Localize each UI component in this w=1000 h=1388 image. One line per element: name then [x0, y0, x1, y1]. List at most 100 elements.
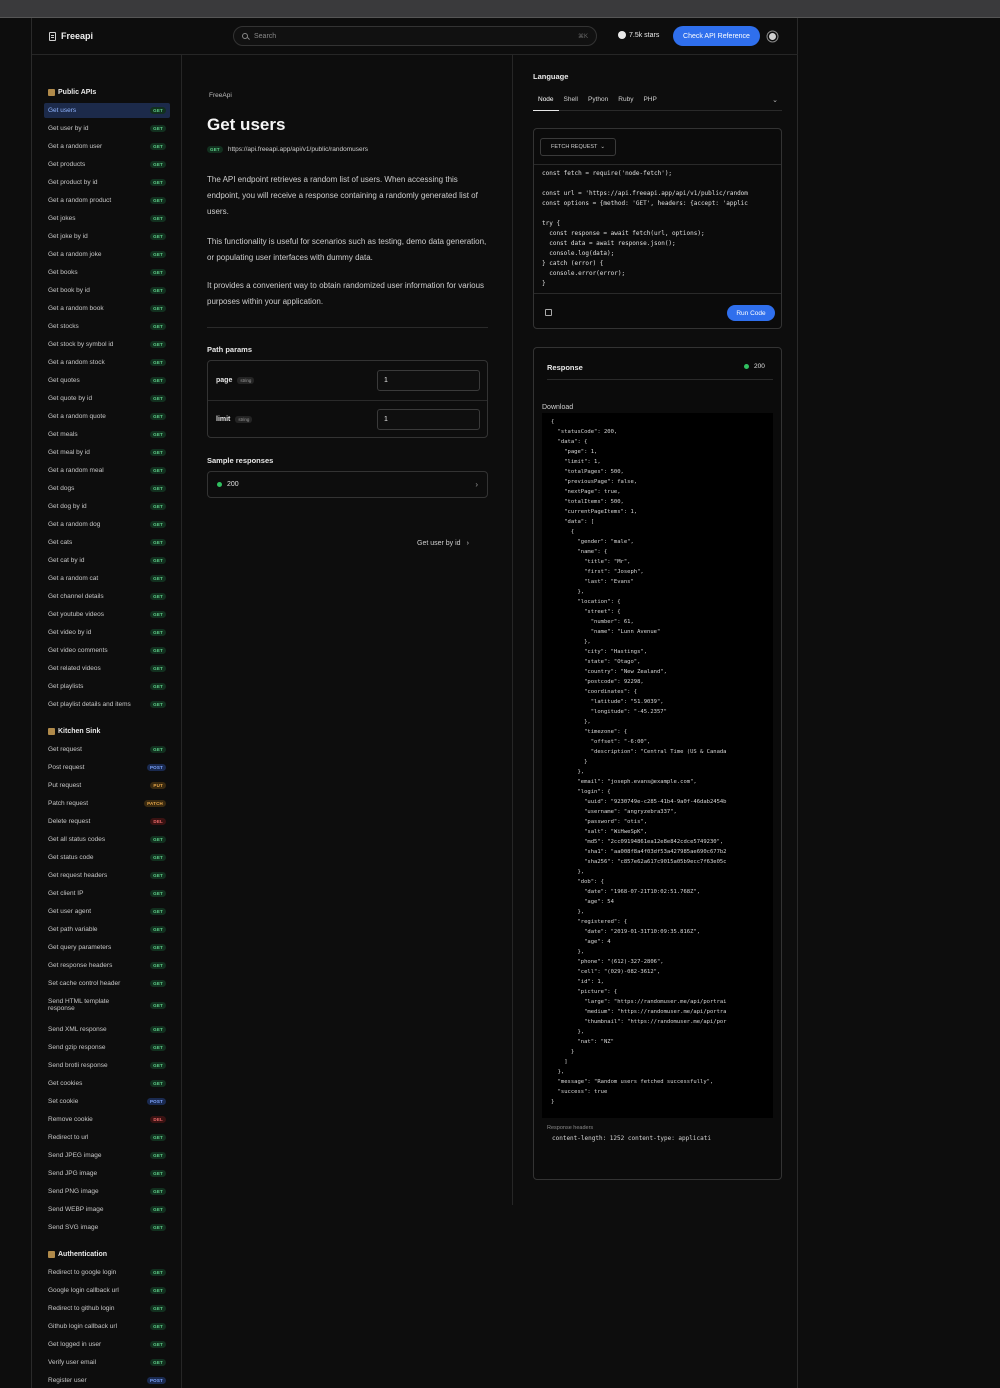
copy-icon[interactable] — [545, 309, 552, 316]
sidebar-item[interactable]: Send brotli response GET — [44, 1058, 170, 1073]
chevron-down-icon[interactable]: ⌄ — [772, 96, 782, 104]
method-badge: GET — [150, 854, 166, 861]
sidebar-item[interactable]: Send PNG image GET — [44, 1184, 170, 1199]
method-badge: GET — [150, 980, 166, 987]
sidebar-item[interactable]: Get a random quote GET — [44, 409, 170, 424]
sidebar-item[interactable]: Get path variable GET — [44, 922, 170, 937]
tab-shell[interactable]: Shell — [559, 89, 583, 111]
sidebar-item[interactable]: Get dogs GET — [44, 481, 170, 496]
sidebar-item[interactable]: Get dog by id GET — [44, 499, 170, 514]
sidebar-item[interactable]: Get all status codes GET — [44, 832, 170, 847]
tab-python[interactable]: Python — [583, 89, 613, 111]
sidebar-item-label: Get quote by id — [48, 395, 93, 402]
sidebar-item[interactable]: Send WEBP image GET — [44, 1202, 170, 1217]
sidebar-item[interactable]: Get product by id GET — [44, 175, 170, 190]
sidebar-item[interactable]: Get users GET — [44, 103, 170, 118]
breadcrumb[interactable]: FreeApi — [209, 92, 232, 99]
search-input[interactable]: Search ⌘K — [233, 26, 597, 46]
sidebar-item[interactable]: Redirect to google login GET — [44, 1265, 170, 1280]
api-reference-button[interactable]: Check API Reference — [673, 26, 760, 46]
sidebar-item[interactable]: Get book by id GET — [44, 283, 170, 298]
tab-ruby[interactable]: Ruby — [613, 89, 638, 111]
sidebar-item[interactable]: Set cache control header GET — [44, 976, 170, 991]
sidebar-item[interactable]: Get products GET — [44, 157, 170, 172]
sidebar-item[interactable]: Get a random user GET — [44, 139, 170, 154]
sidebar-item[interactable]: Patch request PATCH — [44, 796, 170, 811]
sidebar-item[interactable]: Get user agent GET — [44, 904, 170, 919]
sidebar-item[interactable]: Delete request DEL — [44, 814, 170, 829]
tab-php[interactable]: PHP — [638, 89, 661, 111]
sidebar-item[interactable]: Get related videos GET — [44, 661, 170, 676]
sidebar-item[interactable]: Get a random dog GET — [44, 517, 170, 532]
sidebar-item-label: Remove cookie — [48, 1116, 93, 1123]
sidebar-item[interactable]: Get user by id GET — [44, 121, 170, 136]
sidebar-item[interactable]: Github login callback url GET — [44, 1319, 170, 1334]
sidebar-item[interactable]: Send XML response GET — [44, 1022, 170, 1037]
sidebar-item[interactable]: Get youtube videos GET — [44, 607, 170, 622]
method-badge: GET — [150, 467, 166, 474]
sidebar-item[interactable]: Get client IP GET — [44, 886, 170, 901]
github-stars-link[interactable]: 7.5k stars — [618, 31, 659, 39]
sidebar-item[interactable]: Send SVG image GET — [44, 1220, 170, 1235]
sidebar-group-title: Kitchen Sink — [48, 728, 100, 735]
page-param-input[interactable]: 1 — [377, 369, 480, 391]
sidebar-item[interactable]: Get a random book GET — [44, 301, 170, 316]
sidebar-item[interactable]: Get logged in user GET — [44, 1337, 170, 1352]
sidebar-item[interactable]: Get playlists GET — [44, 679, 170, 694]
sidebar-item[interactable]: Put request PUT — [44, 778, 170, 793]
sidebar-item[interactable]: Get jokes GET — [44, 211, 170, 226]
sidebar-item[interactable]: Set cookie POST — [44, 1094, 170, 1109]
sidebar-item[interactable]: Get video comments GET — [44, 643, 170, 658]
method-badge: GET — [150, 413, 166, 420]
endpoint-url-row: GET https://api.freeapi.app/api/v1/publi… — [207, 146, 368, 153]
run-code-button[interactable]: Run Code — [727, 305, 775, 321]
sidebar-item[interactable]: Get status code GET — [44, 850, 170, 865]
sidebar-item[interactable]: Send JPEG image GET — [44, 1148, 170, 1163]
sidebar-item[interactable]: Send HTML template response GET — [44, 994, 170, 1016]
sidebar-item[interactable]: Get response headers GET — [44, 958, 170, 973]
sidebar-item[interactable]: Remove cookie DEL — [44, 1112, 170, 1127]
sidebar-item[interactable]: Get quote by id GET — [44, 391, 170, 406]
chevron-right-icon: › — [475, 480, 478, 489]
next-page-link[interactable]: Get user by id › — [417, 540, 469, 547]
theme-toggle-sun-icon[interactable] — [769, 33, 776, 40]
sidebar-item[interactable]: Get stocks GET — [44, 319, 170, 334]
sidebar-item[interactable]: Post request POST — [44, 760, 170, 775]
description-paragraph: The API endpoint retrieves a random list… — [207, 175, 478, 216]
sidebar-item[interactable]: Get a random cat GET — [44, 571, 170, 586]
sidebar-item[interactable]: Get a random meal GET — [44, 463, 170, 478]
sidebar-item[interactable]: Send JPG image GET — [44, 1166, 170, 1181]
tab-node[interactable]: Node — [533, 89, 559, 111]
sidebar-item[interactable]: Get cats GET — [44, 535, 170, 550]
sidebar-item[interactable]: Get video by id GET — [44, 625, 170, 640]
method-badge: GET — [150, 1044, 166, 1051]
sample-response-200[interactable]: 200 › — [207, 471, 488, 498]
sidebar-item[interactable]: Verify user email GET — [44, 1355, 170, 1370]
sidebar-item[interactable]: Get stock by symbol id GET — [44, 337, 170, 352]
sidebar-item[interactable]: Get cookies GET — [44, 1076, 170, 1091]
sidebar-item[interactable]: Get meal by id GET — [44, 445, 170, 460]
sidebar-item[interactable]: Redirect to url GET — [44, 1130, 170, 1145]
sidebar-item[interactable]: Google login callback url GET — [44, 1283, 170, 1298]
sidebar-item[interactable]: Get books GET — [44, 265, 170, 280]
sidebar-item[interactable]: Get request GET — [44, 742, 170, 757]
brand-logo[interactable]: Freeapi — [49, 31, 93, 41]
sidebar-item[interactable]: Get query parameters GET — [44, 940, 170, 955]
method-badge: GET — [150, 521, 166, 528]
sidebar-item[interactable]: Get quotes GET — [44, 373, 170, 388]
sidebar-item[interactable]: Get channel details GET — [44, 589, 170, 604]
sidebar-item[interactable]: Get a random stock GET — [44, 355, 170, 370]
sidebar-item[interactable]: Get a random product GET — [44, 193, 170, 208]
sidebar-item[interactable]: Send gzip response GET — [44, 1040, 170, 1055]
sidebar-item[interactable]: Get a random joke GET — [44, 247, 170, 262]
sidebar-item[interactable]: Get request headers GET — [44, 868, 170, 883]
sidebar-item[interactable]: Register user POST — [44, 1373, 170, 1388]
sidebar-item[interactable]: Get meals GET — [44, 427, 170, 442]
limit-param-input[interactable]: 1 — [377, 409, 480, 430]
sidebar-item[interactable]: Redirect to github login GET — [44, 1301, 170, 1316]
sidebar-item[interactable]: Get cat by id GET — [44, 553, 170, 568]
fetch-request-select[interactable]: FETCH REQUEST ⌄ — [540, 138, 616, 156]
sidebar-item[interactable]: Get playlist details and items GET — [44, 697, 170, 712]
download-link[interactable]: Download — [542, 404, 573, 411]
sidebar-item[interactable]: Get joke by id GET — [44, 229, 170, 244]
